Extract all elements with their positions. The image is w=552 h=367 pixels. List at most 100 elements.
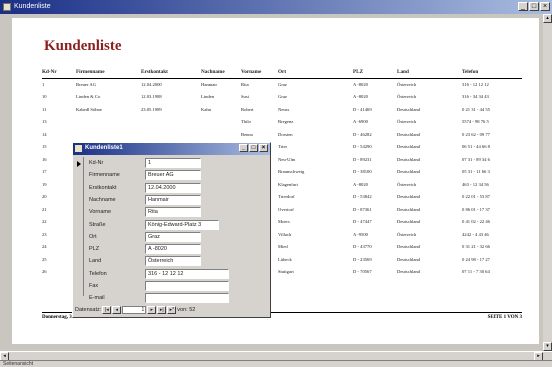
table-cell: 20	[42, 194, 47, 200]
field-label: E-mail	[89, 295, 105, 302]
table-row: 10 Linden & Co 12.03.1988 Linden Susi Graz A -…	[42, 91, 522, 104]
field-input[interactable]: Graz	[145, 231, 201, 242]
record-selector[interactable]	[75, 157, 84, 296]
window-title: Kundenliste	[14, 3, 51, 10]
field-input[interactable]: Breuer AG	[145, 170, 201, 181]
field-label: PLZ	[89, 246, 100, 253]
vertical-scrollbar[interactable]: ▴ ▾	[543, 14, 552, 351]
table-cell: Klagenfurt	[278, 181, 298, 187]
table-cell: 23	[42, 231, 47, 237]
window-controls: _ □ ×	[518, 2, 550, 11]
field-label: Straße	[89, 221, 106, 228]
table-cell: A -8020	[353, 82, 368, 87]
new-record-button[interactable]: ▸*	[167, 306, 177, 314]
prev-record-button[interactable]: ◂	[112, 306, 122, 314]
nav-label: Datensatz:	[75, 307, 102, 313]
table-cell: Österreich	[397, 231, 417, 237]
field-input[interactable]: A -8020	[145, 244, 201, 255]
next-record-button[interactable]: ▸	[147, 306, 157, 314]
table-cell: Breuer AG	[76, 82, 97, 87]
table-cell: Deutschland	[397, 219, 420, 225]
form-minimize-button[interactable]: _	[239, 144, 248, 152]
form-close-button[interactable]: ×	[259, 144, 268, 152]
table-cell: Overtorf	[278, 206, 294, 212]
status-bar: Seitenansicht	[0, 360, 552, 367]
table-cell: Deutschland	[397, 206, 420, 212]
scroll-up-arrow-icon[interactable]: ▴	[543, 14, 552, 23]
form-icon	[75, 145, 82, 152]
field-input[interactable]: 1	[145, 158, 201, 168]
table-cell: 0 24 98 - 17 27	[462, 256, 490, 262]
table-cell: 463 - 12 34 56	[462, 181, 489, 187]
table-cell: A -8020	[353, 94, 368, 100]
table-cell: Mied	[278, 244, 288, 250]
field-label: Erstkontakt	[89, 184, 117, 191]
table-cell	[76, 116, 141, 129]
table-cell: D - 54290	[353, 144, 372, 150]
form-window-controls: _ □ ×	[239, 144, 268, 152]
column-header: Nachname	[201, 68, 241, 79]
table-cell: 22	[42, 219, 47, 225]
column-header: Vorname	[241, 68, 278, 79]
table-cell: Linden & Co	[76, 94, 101, 100]
first-record-button[interactable]: |◂	[102, 306, 112, 314]
table-cell: A -8020	[353, 181, 368, 187]
table-cell: D - 70567	[353, 269, 372, 275]
table-cell: D - 38100	[353, 169, 372, 175]
field-input[interactable]: Hanmair	[145, 194, 201, 205]
column-header: Firmenname	[76, 68, 141, 79]
field-input[interactable]: 316 - 12 12 12	[145, 268, 229, 279]
form-maximize-button[interactable]: □	[249, 144, 258, 152]
field-label: Fax	[89, 283, 99, 289]
table-cell: Robert	[241, 106, 254, 112]
table-cell: 316 - 12 12 12	[462, 82, 489, 87]
table-cell: 23.05.1989	[141, 106, 162, 112]
table-cell: Neuss	[278, 106, 290, 112]
field-input[interactable]: Österreich	[145, 256, 201, 267]
table-cell: 21	[42, 206, 47, 212]
table-cell: D - 46282	[353, 131, 372, 137]
table-cell: Deutschland	[397, 244, 420, 250]
table-cell: 0 41 02 - 22 46	[462, 219, 490, 225]
table-cell: Benno	[241, 131, 253, 137]
table-row: 11 Kabedl Söhne 23.05.1989 Kahn Robert Neuss D…	[42, 103, 522, 116]
table-cell: 25	[42, 256, 47, 262]
table-cell: 11	[42, 106, 47, 112]
table-cell: Neu-Ulm	[278, 156, 296, 162]
table-cell: Stuttgart	[278, 269, 294, 275]
table-cell: 24	[42, 244, 47, 250]
table-cell	[201, 128, 241, 141]
table-cell: Rita	[241, 82, 249, 87]
current-record-arrow-icon	[77, 161, 81, 167]
field-input[interactable]: König-Edward-Platz 3	[145, 219, 219, 230]
detail-form-window[interactable]: Kundenliste1 _ □ × Kd-Nr 1 Firmenname Breue…	[72, 142, 271, 318]
record-number-input[interactable]: 1	[122, 306, 147, 314]
field-label: Vorname	[89, 209, 112, 216]
restore-button[interactable]: □	[529, 2, 539, 11]
last-record-button[interactable]: ▸|	[157, 306, 167, 314]
minimize-button[interactable]: _	[518, 2, 528, 11]
field-input[interactable]: 12.04.2000	[145, 182, 201, 193]
column-header: Telefon	[462, 68, 522, 79]
table-cell: 1	[42, 82, 45, 87]
scroll-down-arrow-icon[interactable]: ▾	[543, 342, 552, 351]
table-cell: Österreich	[397, 82, 417, 87]
form-title-bar[interactable]: Kundenliste1 _ □ ×	[73, 143, 270, 155]
table-cell: 06 51 - 44 66 8	[462, 144, 490, 150]
table-cell: D - 89231	[353, 156, 372, 162]
table-cell: Kahn	[201, 106, 211, 112]
table-cell: 07 11 - 7 30 64	[462, 269, 490, 275]
table-row: 13 Thilo Bregenz A -6900 Österreich 5574 - 98…	[42, 116, 522, 129]
field-input[interactable]: Rita	[145, 207, 201, 218]
table-cell	[76, 128, 141, 141]
table-cell: 17	[42, 169, 47, 175]
report-page: Kundenliste Kd-Nr Firmenname Erstkontakt Na…	[12, 18, 539, 344]
table-cell: D - 43770	[353, 244, 372, 250]
horizontal-scrollbar[interactable]: ◂ ▸	[0, 351, 552, 361]
field-input[interactable]	[145, 293, 229, 304]
close-button[interactable]: ×	[540, 2, 550, 11]
field-input[interactable]	[145, 281, 229, 291]
table-cell: 0 21 31 - 44 55	[462, 106, 490, 112]
table-cell: Graz	[278, 82, 287, 87]
table-cell: Deutschland	[397, 256, 420, 262]
